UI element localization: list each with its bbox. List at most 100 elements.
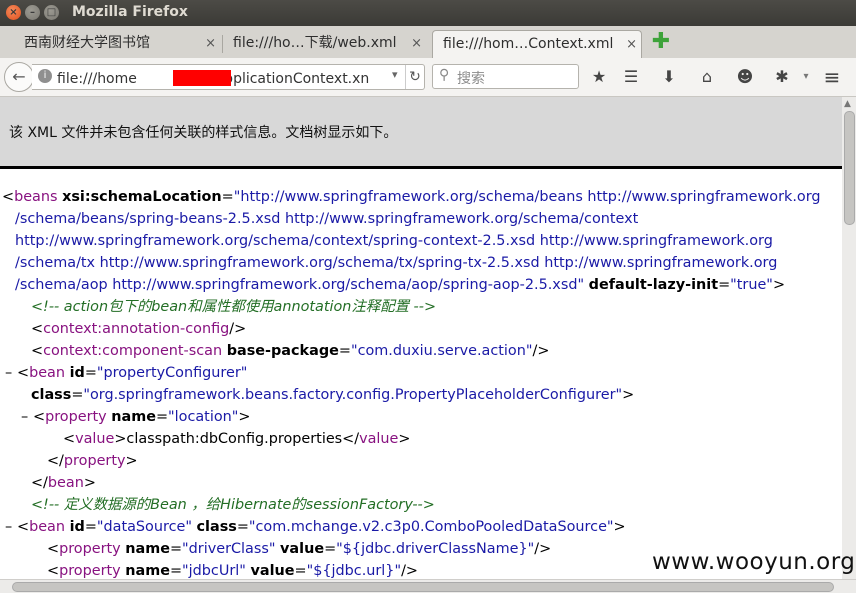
xml-punctuation: > <box>398 431 411 447</box>
xml-attribute-value: "dataSource" <box>96 519 192 535</box>
xml-attribute-value: "org.springframework.beans.factory.confi… <box>83 387 623 403</box>
collapse-toggle[interactable]: – <box>5 362 12 384</box>
tab-library[interactable]: 西南财经大学图书馆 × <box>8 30 220 57</box>
xml-tag-name: bean <box>47 475 84 491</box>
xml-attribute-value: "true" <box>730 277 773 293</box>
xml-punctuation: = <box>71 387 84 403</box>
vertical-scroll-thumb[interactable] <box>844 111 855 225</box>
xml-punctuation: > <box>238 409 251 425</box>
tab-web-xml[interactable]: file:///ho…下载/web.xml × <box>224 30 426 57</box>
window-close-button[interactable]: × <box>6 5 21 20</box>
xml-punctuation: < <box>47 541 60 557</box>
xml-attribute-value: "location" <box>168 409 239 425</box>
menu-icon[interactable]: ≡ <box>822 67 842 87</box>
xml-tag-name: context:component-scan <box>43 343 223 359</box>
xml-attribute-value: "com.mchange.v2.c3p0.ComboPooledDataSour… <box>248 519 614 535</box>
xml-attribute-name: value <box>280 541 325 557</box>
xml-line: –<beans xsi:schemaLocation="http://www.s… <box>2 186 821 208</box>
xml-tag-name: value <box>75 431 115 447</box>
xml-comment: <!-- 定义数据源的Bean ，给Hibernate的sessionFacto… <box>31 497 435 513</box>
tab-close-icon[interactable]: × <box>411 30 422 57</box>
xml-attribute-value: /schema/aop http://www.springframework.o… <box>15 277 585 293</box>
search-placeholder: 搜索 <box>457 71 485 87</box>
xml-line: /schema/aop http://www.springframework.o… <box>15 274 785 296</box>
xml-tag-name: bean <box>29 519 65 535</box>
xml-line: </bean> <box>31 472 96 494</box>
xml-attribute-value: "http://www.springframework.org/schema/b… <box>233 189 821 205</box>
xml-attribute-value: "propertyConfigurer" <box>96 365 248 381</box>
xml-line: – <property name="location"> <box>21 406 251 428</box>
xml-punctuation: = <box>221 189 234 205</box>
xml-tag-name: property <box>59 541 121 557</box>
xml-punctuation: = <box>324 541 337 557</box>
xml-punctuation: >classpath:dbConfig.properties</ <box>114 431 360 447</box>
home-icon[interactable]: ⌂ <box>697 67 717 87</box>
hello-icon[interactable]: ☻ <box>735 67 755 87</box>
xml-line: <context:component-scan base-package="co… <box>31 340 549 362</box>
xml-line: <property name="driverClass" value="${jd… <box>47 538 551 560</box>
banner-message: 该 XML 文件并未包含任何关联的样式信息。文档树显示如下。 <box>9 125 398 141</box>
xml-punctuation: < <box>17 365 30 381</box>
url-dropdown-icon[interactable]: ▾ <box>392 68 398 81</box>
xml-punctuation: = <box>169 541 183 557</box>
scroll-up-icon[interactable]: ▲ <box>844 99 851 109</box>
navigation-bar: ← i file:///home 下载/applicationContext.xn… <box>0 58 856 97</box>
xml-tag-name: beans <box>14 189 58 205</box>
reload-icon[interactable]: ↻ <box>405 65 424 89</box>
horizontal-scroll-thumb[interactable] <box>12 582 834 592</box>
tab-label: 西南财经大学图书馆 <box>24 35 150 51</box>
xml-punctuation: > <box>613 519 626 535</box>
xml-attribute-name: default-lazy-init <box>588 277 719 293</box>
xml-attribute-name: value <box>250 563 295 579</box>
horizontal-scrollbar[interactable] <box>0 579 856 593</box>
xml-punctuation: < <box>31 343 44 359</box>
search-input[interactable]: ⚲ 搜索 <box>432 64 579 89</box>
xml-line: class="org.springframework.beans.factory… <box>31 384 634 406</box>
xml-info-banner: 该 XML 文件并未包含任何关联的样式信息。文档树显示如下。 <box>0 97 842 169</box>
back-button[interactable]: ← <box>4 62 34 92</box>
vertical-scrollbar[interactable]: ▲ <box>842 97 856 579</box>
firebug-icon[interactable]: ✱ <box>772 67 792 87</box>
xml-punctuation: = <box>169 563 183 579</box>
xml-attribute-name: xsi:schemaLocation <box>62 189 222 205</box>
xml-tree: –<beans xsi:schemaLocation="http://www.s… <box>0 186 842 579</box>
xml-punctuation: < <box>47 563 60 579</box>
new-tab-icon[interactable]: ✚ <box>651 31 671 53</box>
tab-label: file:///ho…下载/web.xml <box>233 35 397 51</box>
collapse-toggle[interactable]: – <box>5 516 12 538</box>
xml-attribute-value: "com.duxiu.serve.action" <box>350 343 533 359</box>
xml-attribute-value: /schema/beans/spring-beans-2.5.xsd http:… <box>15 211 639 227</box>
xml-punctuation: < <box>33 409 46 425</box>
url-bar[interactable]: i file:///home 下载/applicationContext.xn ▾… <box>32 64 425 90</box>
firebug-dropdown-icon[interactable]: ▾ <box>796 67 816 87</box>
xml-tag-name: property <box>63 453 126 469</box>
bookmark-star-icon[interactable]: ★ <box>589 67 609 87</box>
tab-application-context[interactable]: file:///hom…Context.xml × <box>432 30 642 58</box>
reading-list-icon[interactable]: ☰ <box>621 67 641 87</box>
xml-tag-name: property <box>59 563 121 579</box>
xml-punctuation: < <box>2 189 15 205</box>
collapse-toggle[interactable]: – <box>21 406 28 428</box>
xml-line: <property name="jdbcUrl" value="${jdbc.u… <box>47 560 418 579</box>
xml-punctuation: = <box>155 409 169 425</box>
window-minimize-button[interactable]: – <box>25 5 40 20</box>
xml-line: /schema/tx http://www.springframework.or… <box>15 252 777 274</box>
xml-punctuation: </ <box>31 475 48 491</box>
globe-icon[interactable]: i <box>38 69 52 83</box>
xml-punctuation: = <box>338 343 351 359</box>
xml-tag-name: property <box>45 409 107 425</box>
xml-punctuation: = <box>236 519 249 535</box>
xml-attribute-name: base-package <box>226 343 339 359</box>
xml-attribute-name: name <box>125 563 170 579</box>
xml-punctuation: = <box>294 563 307 579</box>
xml-attribute-value: "driverClass" <box>182 541 276 557</box>
url-prefix: file:///home <box>57 71 137 87</box>
xml-line: <!-- 定义数据源的Bean ，给Hibernate的sessionFacto… <box>31 494 435 516</box>
tab-close-icon[interactable]: × <box>626 31 637 58</box>
xml-line: <value>classpath:dbConfig.properties</va… <box>63 428 410 450</box>
redaction-mark <box>173 70 231 86</box>
xml-line: /schema/beans/spring-beans-2.5.xsd http:… <box>15 208 638 230</box>
window-maximize-button[interactable]: □ <box>44 5 59 20</box>
tab-close-icon[interactable]: × <box>205 30 216 57</box>
download-icon[interactable]: ⬇ <box>659 67 679 87</box>
